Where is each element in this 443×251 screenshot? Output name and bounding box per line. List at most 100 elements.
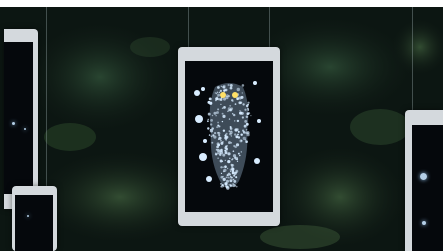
owl-particle <box>227 152 231 156</box>
owl-particle <box>227 159 231 164</box>
owl-particle <box>210 135 213 138</box>
hanging-wire <box>46 7 47 187</box>
owl-particle <box>231 167 235 171</box>
owl-particle <box>219 89 223 93</box>
owl-particle <box>227 172 231 176</box>
photo-scene <box>0 0 443 251</box>
owl-particle <box>219 150 224 155</box>
tablet-left-top <box>4 29 38 209</box>
owl-particle <box>224 165 227 169</box>
owl-particle <box>222 166 224 168</box>
owl-particle <box>222 114 226 118</box>
owl-particle <box>229 177 231 179</box>
owl-particle <box>207 100 211 104</box>
owl-particle <box>250 114 252 117</box>
owl-particle <box>243 124 247 128</box>
owl-particle <box>217 108 220 111</box>
owl-particle <box>229 84 233 87</box>
owl-particle <box>229 179 233 183</box>
owl-particle <box>220 172 223 175</box>
owl-particle <box>217 157 219 160</box>
owl-particle <box>221 107 224 110</box>
owl-particle <box>224 185 227 187</box>
owl-particle <box>207 118 209 121</box>
owl-particle <box>232 150 235 153</box>
owl-particle <box>234 133 237 136</box>
light-particle <box>420 173 427 180</box>
owl-particle <box>240 151 242 153</box>
owl-particle <box>214 153 218 156</box>
owl-particle <box>220 141 224 145</box>
owl-particle <box>217 93 221 97</box>
owl-particle <box>247 107 249 110</box>
owl-particle <box>215 97 219 101</box>
top-border <box>0 0 443 7</box>
light-particle <box>12 122 15 125</box>
owl-particle <box>220 103 222 106</box>
owl-particle <box>222 129 226 132</box>
owl-particle <box>211 114 214 117</box>
owl-particle <box>217 86 220 89</box>
owl-particle <box>217 148 219 151</box>
owl-particle <box>234 145 237 149</box>
owl-particle <box>213 111 217 115</box>
owl-particle <box>223 86 225 88</box>
owl-particle <box>219 159 223 163</box>
owl-particle <box>244 108 247 111</box>
owl-particle <box>210 119 213 122</box>
owl-particle <box>212 134 215 137</box>
owl-particle <box>230 130 232 132</box>
owl-particle-art <box>194 81 261 190</box>
owl-particle <box>236 119 240 123</box>
owl-particle <box>223 106 226 109</box>
owl-particle <box>230 163 233 167</box>
owl-particle <box>242 103 245 106</box>
owl-particle <box>223 168 227 172</box>
owl-particle <box>236 160 239 162</box>
owl-particle <box>237 130 240 133</box>
light-particle <box>24 128 26 130</box>
owl-particle <box>242 130 246 133</box>
owl-particle <box>224 136 228 140</box>
tablet-right <box>405 110 443 251</box>
light-particle <box>422 221 426 225</box>
owl-particle <box>207 112 211 116</box>
owl-particle <box>245 122 249 126</box>
owl-particle <box>229 132 232 136</box>
owl-particle <box>245 115 249 119</box>
owl-particle <box>229 175 232 178</box>
owl-particle <box>240 95 244 99</box>
owl-particle <box>216 91 219 93</box>
owl-particle <box>222 175 224 178</box>
owl-particle <box>213 131 217 135</box>
owl-eye <box>232 92 238 98</box>
owl-particle <box>216 126 219 129</box>
owl-particle <box>247 101 250 104</box>
owl-particle <box>232 158 234 160</box>
owl-particle <box>229 170 232 173</box>
owl-particle <box>232 183 234 185</box>
tablet-screen <box>412 125 443 251</box>
owl-particle <box>221 112 224 115</box>
owl-particle <box>235 176 238 179</box>
owl-particle <box>237 133 239 136</box>
owl-particle <box>229 104 232 107</box>
owl-particle <box>223 89 226 92</box>
owl-particle <box>227 83 230 87</box>
owl-particle <box>240 139 243 142</box>
owl-particle <box>214 92 217 94</box>
owl-particle <box>229 157 231 160</box>
owl-particle <box>221 183 224 187</box>
tablet-left-bottom <box>12 186 57 251</box>
owl-particle <box>211 141 214 144</box>
owl-particle <box>245 131 248 135</box>
owl-particle <box>225 94 229 98</box>
owl-particle <box>207 127 210 130</box>
owl-particle <box>233 156 237 159</box>
owl-particle <box>220 85 223 88</box>
owl-particle <box>227 107 232 111</box>
owl-particle <box>207 120 209 123</box>
owl-particle <box>237 136 241 139</box>
owl-particle <box>245 104 249 108</box>
owl-particle <box>223 97 226 101</box>
